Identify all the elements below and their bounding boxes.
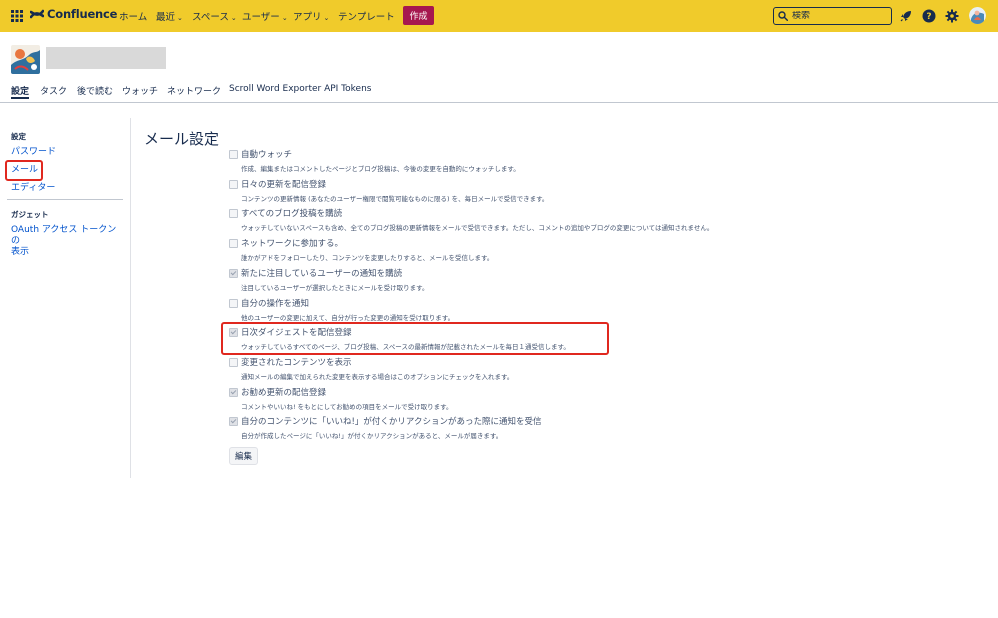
brand-name: Confluence [47, 7, 118, 21]
option-checkbox[interactable] [229, 209, 238, 219]
option-description: 誰かがアドをフォローしたり、コンテンツを変更したりすると、メールを受信します。 [241, 254, 494, 263]
tab-saved-for-later[interactable]: 後で読む [77, 84, 113, 97]
page-title: メール設定 [144, 130, 220, 148]
option-label[interactable]: 自分のコンテンツに「いいね!」が付くかリアクションがあった際に通知を受信 [241, 415, 542, 427]
nav-people[interactable]: ユーザー ⌄ [242, 9, 288, 23]
option-label[interactable]: ネットワークに参加する。 [241, 237, 343, 249]
sidebar-heading-settings: 設定 [11, 132, 26, 141]
option-checkbox[interactable] [229, 357, 238, 367]
nav-spaces-label: スペース [192, 12, 229, 23]
option-description: コメントやいいね! をもとにしてお勧めの項目をメールで受け取ります。 [241, 402, 453, 411]
option-checkbox[interactable] [229, 268, 238, 278]
option-label[interactable]: 新たに注目しているユーザーの通知を購読 [241, 267, 402, 279]
settings-gear-icon[interactable] [945, 9, 959, 23]
tab-settings[interactable]: 設定 [11, 84, 29, 97]
profile-avatar [11, 45, 40, 74]
option-description: 自分が作成したページに「いいね!」が付くかリアクションがあると、メールが届きます… [241, 432, 503, 441]
option-checkbox[interactable] [229, 298, 238, 308]
option-checkbox[interactable] [229, 179, 238, 189]
apps-grid-icon[interactable] [11, 10, 23, 22]
chevron-down-icon: ⌄ [230, 14, 237, 22]
tab-scroll-word-exporter[interactable]: Scroll Word Exporter API Tokens [229, 84, 371, 94]
profile-avatar-icon [11, 45, 40, 74]
highlight-box-email [5, 160, 43, 181]
nav-recent-label: 最近 [156, 12, 176, 23]
nav-people-label: ユーザー [242, 12, 280, 23]
option-description: 他のユーザーの変更に加えて、自分が行った変更の通知を受け取ります。 [241, 313, 455, 322]
top-navigation-bar: Confluence ホーム 最近 ⌄ スペース ⌄ ユーザー ⌄ アプリ ⌄ テンプレ… [0, 0, 998, 32]
confluence-logo[interactable]: Confluence [30, 7, 117, 21]
option-label[interactable]: 日々の更新を配信登録 [241, 178, 326, 190]
tab-divider [0, 102, 998, 103]
option-checkbox[interactable] [229, 239, 238, 249]
notification-rocket-icon[interactable] [899, 9, 913, 23]
user-avatar[interactable] [969, 7, 986, 24]
sidebar-item-editor[interactable]: エディター [11, 183, 55, 194]
nav-apps[interactable]: アプリ ⌄ [293, 9, 329, 23]
tab-tasks[interactable]: タスク [40, 84, 67, 97]
active-tab-indicator [11, 97, 29, 99]
option-description: 注目しているユーザーが選択したときにメールを受け取ります。 [241, 283, 429, 292]
confluence-logo-icon [30, 9, 44, 19]
sidebar-item-oauth-tokens[interactable]: OAuth アクセス トークンの 表示 [11, 225, 121, 258]
option-checkbox[interactable] [229, 417, 238, 427]
profile-name-redacted [46, 47, 166, 69]
option-label[interactable]: お勧め更新の配信登録 [241, 386, 326, 398]
option-description: 作成、編集またはコメントしたページとブログ投稿は、今後の変更を自動的にウォッチし… [241, 165, 520, 173]
help-icon[interactable]: ? [922, 9, 936, 23]
nav-home[interactable]: ホーム [119, 9, 147, 23]
option-label[interactable]: 変更されたコンテンツを表示 [241, 356, 352, 368]
oauth-link-line-2: 表示 [11, 247, 30, 257]
search-icon [778, 11, 788, 21]
nav-home-label: ホーム [119, 12, 148, 23]
chevron-down-icon: ⌄ [281, 14, 288, 22]
option-label[interactable]: 自分の操作を通知 [241, 297, 309, 309]
nav-spaces[interactable]: スペース ⌄ [192, 9, 237, 23]
search-input[interactable] [792, 11, 882, 21]
nav-recent[interactable]: 最近 ⌄ [156, 9, 183, 23]
tab-watches[interactable]: ウォッチ [122, 84, 158, 97]
user-avatar-icon [969, 7, 986, 24]
sidebar-divider [7, 199, 123, 200]
option-description: 通知メールの編集で加えられた変更を表示する場合はこのオプションにチェックを入れま… [241, 372, 514, 381]
oauth-link-line-1: OAuth アクセス トークンの [11, 225, 117, 246]
search-field[interactable] [773, 7, 892, 25]
option-description: ウォッチしていないスペースも含め、全てのブログ投稿の更新情報をメールで受信できま… [241, 224, 714, 233]
svg-text:?: ? [926, 12, 931, 22]
nav-templates-label: テンプレート [338, 12, 395, 23]
highlight-box-daily-digest [221, 322, 609, 355]
option-label[interactable]: 自動ウォッチ [241, 148, 292, 160]
sidebar-vertical-divider [130, 118, 131, 478]
edit-button[interactable]: 編集 [229, 447, 258, 465]
option-description: コンテンツの更新情報 (あなたのユーザー権限で閲覧可能なものに限る) を、毎日メ… [241, 194, 549, 203]
option-checkbox[interactable] [229, 150, 238, 159]
nav-templates[interactable]: テンプレート [338, 9, 395, 23]
chevron-down-icon: ⌄ [177, 14, 183, 22]
sidebar-item-password[interactable]: パスワード [11, 147, 56, 158]
option-label[interactable]: すべてのブログ投稿を購読 [241, 207, 342, 219]
sidebar-heading-gadgets: ガジェット [11, 210, 49, 219]
nav-apps-label: アプリ [293, 12, 322, 23]
tab-network[interactable]: ネットワーク [167, 84, 221, 97]
chevron-down-icon: ⌄ [323, 14, 330, 22]
option-checkbox[interactable] [229, 387, 238, 397]
create-button[interactable]: 作成 [403, 6, 434, 25]
